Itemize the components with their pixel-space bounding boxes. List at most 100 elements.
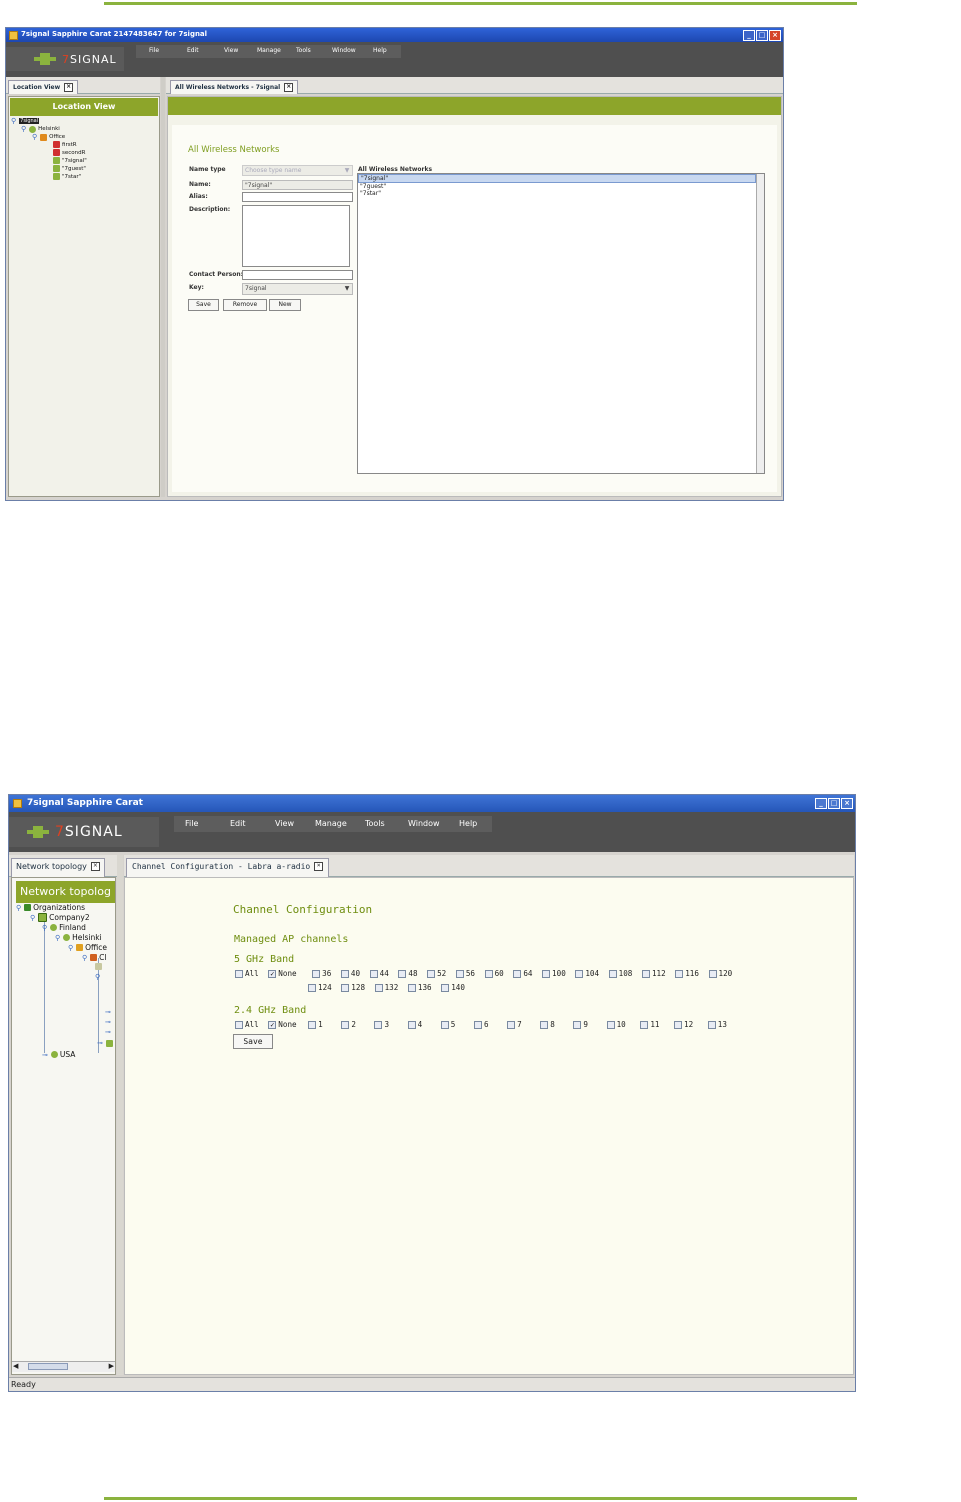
channel-checkbox[interactable]: 108 — [608, 969, 632, 978]
close-tab-icon[interactable]: × — [64, 83, 74, 92]
channel-checkbox[interactable]: 48 — [398, 969, 418, 978]
splitter[interactable] — [117, 855, 123, 1375]
splitter[interactable] — [161, 77, 165, 497]
tree-node-7star[interactable]: "7star" — [53, 173, 81, 180]
menu-window[interactable]: Window — [332, 47, 356, 54]
channel-checkbox[interactable]: 5 — [440, 1020, 455, 1029]
channel-checkbox[interactable]: 10 — [606, 1020, 626, 1029]
alias-field[interactable] — [242, 192, 353, 202]
tree-node-secondR[interactable]: secondR — [53, 149, 85, 156]
channel-checkbox[interactable]: 104 — [575, 969, 599, 978]
close-tab-icon[interactable]: × — [284, 83, 294, 92]
channel-checkbox[interactable]: 44 — [369, 969, 389, 978]
minimize-button[interactable]: _ — [743, 30, 755, 41]
scroll-left-icon[interactable]: ◀ — [13, 1362, 18, 1370]
horizontal-scrollbar[interactable]: ◀ ▶ — [12, 1361, 115, 1372]
channel-checkbox[interactable]: 4 — [407, 1020, 422, 1029]
maximize-button[interactable]: □ — [756, 30, 768, 41]
tree-node-office[interactable]: ⚲ Office — [32, 133, 65, 141]
checkbox-none-5ghz[interactable]: ✓ None — [268, 969, 297, 978]
channel-checkbox[interactable]: 116 — [675, 969, 699, 978]
tree-toggle[interactable]: ⊸ — [105, 1028, 112, 1036]
channel-checkbox[interactable]: 60 — [484, 969, 504, 978]
save-button[interactable]: Save — [188, 299, 219, 311]
channel-checkbox[interactable]: 7 — [507, 1020, 522, 1029]
menu-help[interactable]: Help — [373, 47, 387, 54]
tree-node-wifi[interactable]: ⊸ — [97, 1039, 113, 1047]
maximize-button[interactable]: □ — [828, 798, 840, 809]
save-button[interactable]: Save — [233, 1034, 273, 1049]
tab-all-wireless-networks[interactable]: All Wireless Networks - 7signal × — [170, 80, 299, 94]
checkbox-all-24ghz[interactable]: All — [235, 1020, 259, 1029]
channel-checkbox[interactable]: 64 — [513, 969, 532, 978]
description-textarea[interactable] — [242, 205, 350, 267]
channel-checkbox[interactable]: 2 — [341, 1020, 356, 1029]
vertical-scrollbar[interactable] — [756, 174, 764, 473]
tree-toggle[interactable]: ⊸ — [105, 1018, 112, 1026]
tab-network-topology[interactable]: Network topology × — [11, 858, 105, 877]
channel-checkbox[interactable]: 13 — [707, 1020, 727, 1029]
channel-checkbox[interactable]: 40 — [340, 969, 360, 978]
channel-checkbox[interactable]: 3 — [374, 1020, 389, 1029]
menu-tools[interactable]: Tools — [296, 47, 311, 54]
menu-window[interactable]: Window — [408, 819, 440, 828]
tree-node-root[interactable]: ⚲ 7signal — [11, 117, 40, 125]
menu-manage[interactable]: Manage — [315, 819, 347, 828]
menu-edit[interactable]: Edit — [230, 819, 246, 828]
checkbox-none-24ghz[interactable]: ✓ None — [268, 1020, 297, 1029]
tree-node-firstR[interactable]: firstR — [53, 141, 77, 148]
list-item[interactable]: "7signal" — [358, 174, 756, 183]
minimize-button[interactable]: _ — [815, 798, 827, 809]
menu-file[interactable]: File — [149, 47, 159, 54]
tree-node-7signal[interactable]: "7signal" — [53, 157, 87, 164]
channel-checkbox[interactable]: 9 — [573, 1020, 588, 1029]
tree-node-office[interactable]: ⚲ Office — [68, 943, 107, 952]
channel-checkbox[interactable]: 140 — [441, 983, 465, 992]
menu-file[interactable]: File — [185, 819, 198, 828]
tree-node-finland[interactable]: ⚲ Finland — [42, 923, 86, 932]
channel-checkbox[interactable]: 120 — [708, 969, 732, 978]
tab-channel-configuration[interactable]: Channel Configuration - Labra a-radio × — [126, 858, 330, 877]
key-dropdown[interactable]: 7signal ▼ — [242, 283, 353, 295]
tree-node-helsinki[interactable]: ⚲ Helsinki — [21, 125, 60, 133]
tree-node-organizations[interactable]: ⚲ Organizations — [16, 903, 85, 912]
channel-checkbox[interactable]: 1 — [308, 1020, 323, 1029]
channel-checkbox[interactable]: 11 — [640, 1020, 659, 1029]
channel-checkbox[interactable]: 52 — [427, 969, 446, 978]
channel-checkbox[interactable]: 8 — [540, 1020, 555, 1029]
scroll-right-icon[interactable]: ▶ — [109, 1362, 114, 1370]
tab-location-view[interactable]: Location View × — [8, 80, 79, 94]
tree-node-7guest[interactable]: "7guest" — [53, 165, 86, 172]
close-tab-icon[interactable]: × — [314, 862, 324, 871]
new-button[interactable]: New — [269, 299, 301, 311]
channel-checkbox[interactable]: 36 — [312, 969, 331, 978]
list-item[interactable]: "7star" — [358, 190, 764, 197]
channel-checkbox[interactable]: 100 — [542, 969, 566, 978]
menu-manage[interactable]: Manage — [257, 47, 281, 54]
close-tab-icon[interactable]: × — [90, 862, 100, 871]
tree-toggle[interactable]: ⚲ — [95, 973, 101, 981]
tree-node-child[interactable] — [95, 963, 102, 970]
networks-list[interactable]: "7signal" "7guest" "7star" — [357, 173, 765, 474]
channel-checkbox[interactable]: 132 — [374, 983, 398, 992]
menu-view[interactable]: View — [224, 47, 238, 54]
tree-toggle[interactable]: ⊸ — [105, 1008, 112, 1016]
menu-tools[interactable]: Tools — [365, 819, 385, 828]
list-item[interactable]: "7guest" — [358, 183, 764, 190]
channel-checkbox[interactable]: 112 — [641, 969, 666, 978]
close-button[interactable]: × — [841, 798, 853, 809]
scroll-thumb[interactable] — [28, 1363, 68, 1370]
channel-checkbox[interactable]: 56 — [455, 969, 475, 978]
name-type-dropdown[interactable]: Choose type name ▼ — [242, 165, 353, 176]
channel-checkbox[interactable]: 136 — [407, 983, 432, 992]
tree-node-usa[interactable]: ⊸ USA — [42, 1050, 75, 1059]
remove-button[interactable]: Remove — [223, 299, 267, 311]
channel-checkbox[interactable]: 124 — [308, 983, 332, 992]
channel-checkbox[interactable]: 128 — [341, 983, 365, 992]
contact-person-field[interactable] — [242, 270, 353, 280]
tree-node-company2[interactable]: ⚲ Company2 — [30, 913, 90, 922]
menu-view[interactable]: View — [275, 819, 294, 828]
menu-help[interactable]: Help — [459, 819, 477, 828]
close-button[interactable]: × — [769, 30, 781, 41]
tree-node-cl[interactable]: ⚲ Cl — [82, 953, 106, 962]
